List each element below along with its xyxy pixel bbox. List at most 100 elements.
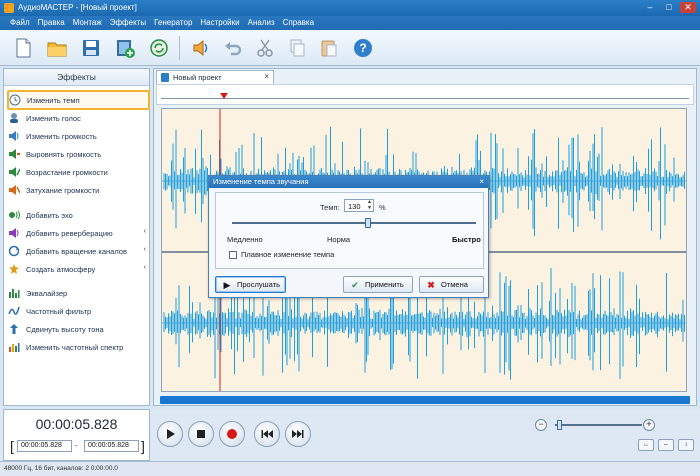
tempo-slider-thumb[interactable] <box>365 218 371 228</box>
menu-help[interactable]: Справка <box>279 16 318 30</box>
view-fit-buttons: ↔ ⇔ ↕ <box>638 439 694 451</box>
effect-fade-out[interactable]: Затухание громкости <box>8 183 146 197</box>
range-start-field[interactable]: 00:00:05.828 <box>17 440 72 452</box>
minimize-button[interactable]: – <box>642 2 658 13</box>
spin-arrows-icon[interactable]: ▲ ▼ <box>367 199 372 211</box>
effects-panel: Эффекты Изменить темп Изменить голос Изм… <box>3 68 150 406</box>
effect-label: Изменить громкость <box>26 131 97 141</box>
maximize-button[interactable]: □ <box>661 2 677 13</box>
cut-icon[interactable] <box>250 33 280 63</box>
effect-frequency-spectrum[interactable]: Изменить частотный спектр <box>8 340 146 354</box>
menu-analysis[interactable]: Анализ <box>244 16 279 30</box>
submenu-arrow-icon: ‹ <box>143 264 146 271</box>
skip-back-icon <box>261 430 273 438</box>
menu-effects[interactable]: Эффекты <box>106 16 150 30</box>
tab-close-icon[interactable]: × <box>264 72 269 81</box>
stop-icon <box>197 430 205 438</box>
copy-icon[interactable] <box>282 33 312 63</box>
play-button[interactable] <box>157 421 183 447</box>
effect-pitch-shift[interactable]: Сдвинуть высоту тона <box>8 322 146 336</box>
range-end-field[interactable]: 00:00:05.828 <box>84 440 139 452</box>
tempo-input[interactable]: 130 ▲ ▼ <box>344 199 374 212</box>
bottom-panel: 00:00:05.828 [ 00:00:05.828 - 00:00:05.8… <box>0 409 700 461</box>
effect-change-tempo[interactable]: Изменить темп <box>7 90 150 110</box>
apply-label: Применить <box>365 280 404 289</box>
export-video-icon[interactable] <box>110 33 140 63</box>
dialog-close-icon[interactable]: × <box>479 176 484 188</box>
record-button[interactable] <box>219 421 245 447</box>
echo-icon <box>8 209 20 221</box>
menu-settings[interactable]: Настройки <box>196 16 243 30</box>
fit-vertical-icon[interactable]: ↕ <box>678 439 694 451</box>
apply-button[interactable]: ✔ Применить <box>343 276 413 293</box>
effect-normalize-volume[interactable]: Выровнять громкость <box>8 147 146 161</box>
pitch-icon <box>8 323 20 335</box>
tempo-dialog: Изменение темпа звучания × Темп: 130 ▲ ▼ … <box>208 175 489 298</box>
fit-horizontal-icon[interactable]: ↔ <box>638 439 654 451</box>
horizontal-scrollbar[interactable] <box>160 396 690 404</box>
status-bar: 48000 Гц, 16 бит, каналов: 2 0:00:00.0 <box>0 461 700 476</box>
voice-icon <box>8 112 20 124</box>
zoom-out-button[interactable]: − <box>535 419 547 431</box>
effect-label: Выровнять громкость <box>26 149 102 159</box>
label-slow: Медленно <box>227 235 263 244</box>
effect-create-atmosphere[interactable]: Создать атмосферу ‹ <box>8 262 146 276</box>
listen-button[interactable]: ▶ Прослушать <box>215 276 286 293</box>
effect-label: Изменить частотный спектр <box>26 342 124 352</box>
effect-label: Эквалайзер <box>26 288 68 298</box>
playhead-marker-icon[interactable] <box>220 93 228 99</box>
edit-audio-icon[interactable] <box>186 33 216 63</box>
effects-panel-header: Эффекты <box>4 69 149 86</box>
effect-label: Добавить эхо <box>26 210 73 220</box>
effect-equalizer[interactable]: Эквалайзер <box>8 286 146 300</box>
effect-add-reverb[interactable]: Добавить реверберацию ‹ <box>8 226 146 240</box>
zoom-in-button[interactable]: + <box>643 419 655 431</box>
stop-button[interactable] <box>188 421 214 447</box>
cancel-label: Отмена <box>441 280 468 289</box>
smooth-tempo-label: Плавное изменение темпа <box>241 250 335 259</box>
tempo-icon <box>9 94 21 106</box>
rewind-button[interactable] <box>254 421 280 447</box>
play-icon: ▶ <box>223 279 231 290</box>
window-title: АудиоМАСТЕР - [Новый проект] <box>18 3 137 12</box>
menu-montage[interactable]: Монтаж <box>69 16 106 30</box>
fade-in-icon <box>8 166 20 178</box>
effect-fade-in[interactable]: Возрастание громкости <box>8 165 146 179</box>
reverb-icon <box>8 227 20 239</box>
dialog-title-bar: Изменение темпа звучания × <box>209 176 488 188</box>
current-time: 00:00:05.828 <box>35 416 118 432</box>
label-normal: Норма <box>327 235 351 244</box>
convert-icon[interactable] <box>144 33 174 63</box>
tempo-label: Темп: <box>320 203 340 212</box>
bracket-open: [ <box>10 438 14 454</box>
new-file-icon[interactable] <box>8 33 38 63</box>
timeline-ruler[interactable] <box>156 84 694 105</box>
zoom-slider-track[interactable] <box>555 424 642 426</box>
effect-change-voice[interactable]: Изменить голос <box>8 111 146 125</box>
submenu-arrow-icon: ‹ <box>143 228 146 235</box>
selection-range: [ 00:00:05.828 - 00:00:05.828 ] <box>10 438 146 454</box>
transport-controls <box>157 421 311 447</box>
zoom-slider-thumb[interactable] <box>557 420 562 430</box>
menu-edit[interactable]: Правка <box>34 16 69 30</box>
tab-new-project[interactable]: Новый проект × <box>156 70 274 84</box>
paste-icon[interactable] <box>314 33 344 63</box>
close-button[interactable]: ✕ <box>680 2 696 13</box>
smooth-tempo-checkbox[interactable] <box>229 251 237 259</box>
effect-add-channel-rotation[interactable]: Добавить вращение каналов ‹ <box>8 244 146 258</box>
effect-frequency-filter[interactable]: Частотный фильтр <box>8 304 146 318</box>
undo-icon[interactable] <box>218 33 248 63</box>
open-folder-icon[interactable] <box>42 33 72 63</box>
help-icon[interactable]: ? <box>348 33 378 63</box>
fit-width-icon[interactable]: ⇔ <box>658 439 674 451</box>
save-icon[interactable] <box>76 33 106 63</box>
cancel-button[interactable]: ✖ Отмена <box>419 276 484 293</box>
effect-add-echo[interactable]: Добавить эхо <box>8 208 146 222</box>
tempo-slider-track[interactable] <box>232 222 476 224</box>
effect-label: Возрастание громкости <box>26 167 108 177</box>
menu-file[interactable]: Файл <box>6 16 34 30</box>
submenu-arrow-icon: ‹ <box>143 246 146 253</box>
effect-change-volume[interactable]: Изменить громкость <box>8 129 146 143</box>
fast-forward-button[interactable] <box>285 421 311 447</box>
menu-generator[interactable]: Генератор <box>150 16 196 30</box>
